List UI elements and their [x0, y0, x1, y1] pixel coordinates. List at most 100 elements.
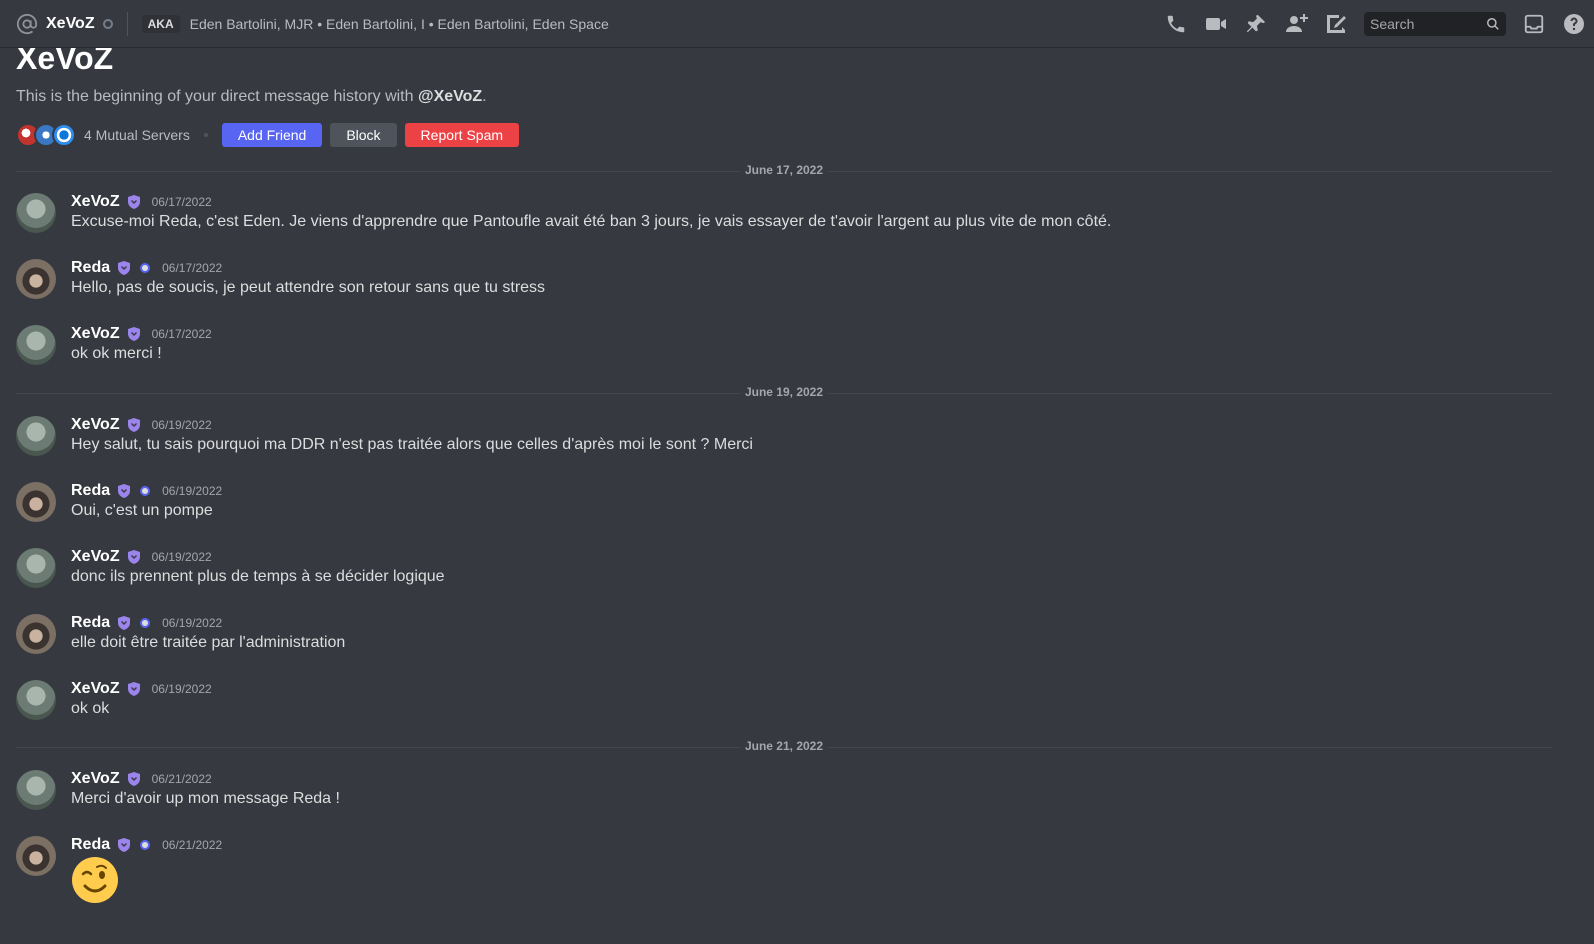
message-header: Reda 06/21/2022: [71, 834, 222, 856]
message-header: Reda 06/17/2022: [71, 257, 222, 279]
avatar[interactable]: [16, 193, 56, 233]
message-header: XeVoZ 06/17/2022: [71, 191, 212, 213]
shield-badge-icon: [127, 682, 140, 696]
server-avatar: [52, 123, 76, 147]
toolbar: Search: [1164, 0, 1594, 48]
message-list[interactable]: XeVoZ This is the beginning of your dire…: [0, 48, 1594, 944]
timestamp: 06/21/2022: [151, 772, 212, 786]
mutual-servers-link[interactable]: 4 Mutual Servers: [84, 127, 190, 143]
block-button[interactable]: Block: [330, 123, 397, 147]
avatar[interactable]: [16, 548, 56, 588]
message-header: XeVoZ 06/19/2022: [71, 546, 212, 568]
avatar[interactable]: [16, 482, 56, 522]
message-content: Oui, c'est un pompe: [71, 502, 213, 519]
shield-badge-icon: [127, 772, 140, 786]
add-friend-button[interactable]: Add Friend: [221, 123, 323, 147]
search-icon: [1486, 17, 1500, 31]
author-name[interactable]: XeVoZ: [71, 416, 120, 434]
timestamp: 06/17/2022: [151, 327, 212, 341]
date-divider-label: June 21, 2022: [740, 739, 828, 753]
page-title: XeVoZ: [16, 48, 114, 76]
pinned-messages-icon[interactable]: [1244, 12, 1268, 36]
message-content: elle doit être traitée par l'administrat…: [71, 634, 346, 651]
message-header: XeVoZ 06/19/2022: [71, 678, 212, 700]
shield-badge-icon: [127, 195, 140, 209]
author-name[interactable]: XeVoZ: [71, 680, 120, 698]
offline-status-icon: [102, 18, 113, 29]
author-name[interactable]: XeVoZ: [71, 325, 120, 343]
message-header: Reda 06/19/2022: [71, 612, 222, 634]
header-divider: [126, 11, 128, 36]
message-content: donc ils prennent plus de temps à se déc…: [71, 568, 445, 585]
message-header: XeVoZ 06/21/2022: [71, 768, 212, 790]
at-sign-icon: [16, 13, 38, 35]
aka-badge: AKA: [141, 14, 180, 33]
intro-handle: @XeVoZ: [417, 88, 483, 105]
author-name[interactable]: XeVoZ: [71, 193, 120, 211]
message-content: ok ok: [71, 700, 110, 717]
shield-badge-icon: [127, 418, 140, 432]
shield-badge-icon: [127, 550, 140, 564]
dm-username[interactable]: XeVoZ: [46, 15, 95, 33]
avatar[interactable]: [16, 416, 56, 456]
avatar[interactable]: [16, 836, 56, 876]
shield-badge-icon: [118, 616, 131, 630]
avatar[interactable]: [16, 325, 56, 365]
role-badge-icon: [140, 618, 151, 628]
role-badge-icon: [140, 263, 151, 273]
message-header: Reda 06/19/2022: [71, 480, 222, 502]
message-header: XeVoZ 06/19/2022: [71, 414, 212, 436]
message-content: ok ok merci !: [71, 345, 162, 362]
video-call-icon[interactable]: [1204, 12, 1228, 36]
timestamp: 06/19/2022: [151, 682, 212, 696]
search-input[interactable]: Search: [1364, 12, 1506, 36]
mutual-actions: 4 Mutual Servers Add Friend Block Report…: [16, 122, 527, 148]
date-divider: June 19, 2022: [16, 385, 1552, 399]
separator-dot: [203, 133, 208, 137]
timestamp: 06/19/2022: [151, 418, 212, 432]
shield-badge-icon: [127, 327, 140, 341]
message-content: Hello, pas de soucis, je peut attendre s…: [71, 279, 546, 296]
timestamp: 06/17/2022: [162, 261, 223, 275]
shield-badge-icon: [118, 261, 131, 275]
timestamp: 06/19/2022: [151, 550, 212, 564]
author-name[interactable]: Reda: [71, 259, 110, 277]
role-badge-icon: [140, 486, 151, 496]
dm-history-intro: This is the beginning of your direct mes…: [16, 88, 487, 106]
date-divider: June 21, 2022: [16, 739, 1552, 753]
inbox-icon[interactable]: [1522, 12, 1546, 36]
timestamp: 06/19/2022: [162, 616, 223, 630]
voice-call-icon[interactable]: [1164, 12, 1188, 36]
new-thread-icon[interactable]: [1324, 12, 1348, 36]
add-friends-to-dm-icon[interactable]: [1284, 12, 1308, 36]
author-name[interactable]: Reda: [71, 614, 110, 632]
report-spam-button[interactable]: Report Spam: [404, 123, 520, 147]
aka-names: Eden Bartolini, MJR • Eden Bartolini, I …: [189, 15, 609, 32]
search-placeholder: Search: [1370, 16, 1415, 32]
timestamp: 06/19/2022: [162, 484, 223, 498]
date-divider: June 17, 2022: [16, 163, 1552, 177]
intro-suffix: .: [482, 88, 487, 105]
help-icon[interactable]: [1562, 12, 1586, 36]
message-content: Hey salut, tu sais pourquoi ma DDR n'est…: [71, 436, 753, 453]
author-name[interactable]: Reda: [71, 482, 110, 500]
timestamp: 06/17/2022: [151, 195, 212, 209]
shield-badge-icon: [118, 838, 131, 852]
author-name[interactable]: XeVoZ: [71, 548, 120, 566]
shield-badge-icon: [118, 484, 131, 498]
role-badge-icon: [140, 840, 151, 850]
message-header: XeVoZ 06/17/2022: [71, 323, 212, 345]
avatar[interactable]: [16, 680, 56, 720]
author-name[interactable]: Reda: [71, 836, 110, 854]
date-divider-label: June 19, 2022: [740, 385, 828, 399]
winking-face-icon[interactable]: [71, 856, 119, 904]
avatar[interactable]: [16, 770, 56, 810]
date-divider-label: June 17, 2022: [740, 163, 828, 177]
channel-header: XeVoZ AKA Eden Bartolini, MJR • Eden Bar…: [0, 0, 1594, 48]
avatar[interactable]: [16, 259, 56, 299]
message-content: Excuse-moi Reda, c'est Eden. Je viens d'…: [71, 213, 1112, 230]
mutual-server-avatars[interactable]: [16, 123, 76, 147]
message-content: Merci d'avoir up mon message Reda !: [71, 790, 340, 807]
author-name[interactable]: XeVoZ: [71, 770, 120, 788]
avatar[interactable]: [16, 614, 56, 654]
